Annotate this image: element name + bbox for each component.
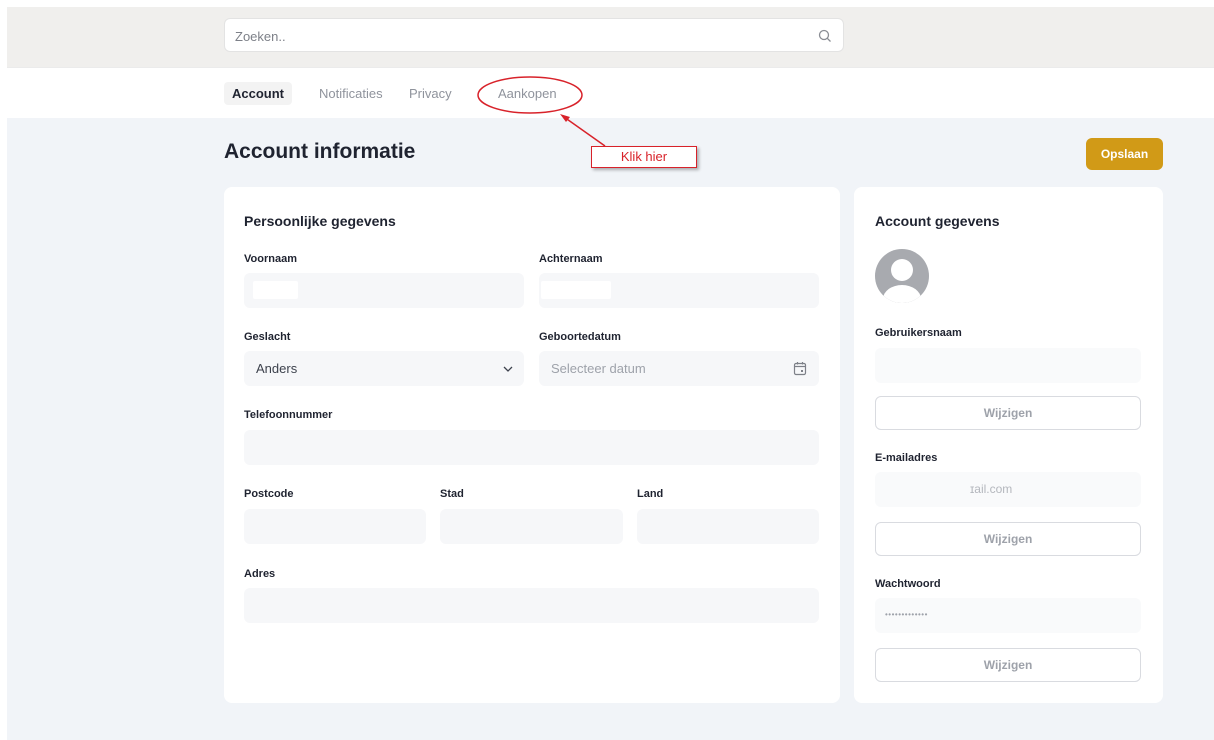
- annotation-label: Klik hier: [591, 146, 697, 168]
- annotation-circle: [477, 76, 583, 114]
- annotation-arrow: [563, 116, 606, 147]
- annotation-overlay: [477, 76, 606, 147]
